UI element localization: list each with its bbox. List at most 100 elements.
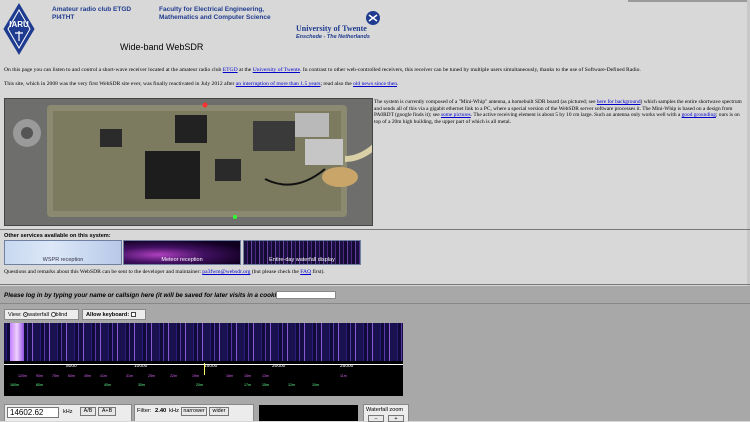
band-label[interactable]: 160m — [10, 383, 19, 387]
callsign-input[interactable] — [276, 291, 336, 299]
filter-panel: Filter: 2.40 kHz narrower wider — [134, 404, 254, 421]
band-label[interactable]: 90m — [36, 374, 43, 378]
frequency-unit: kHz — [63, 409, 73, 415]
divider — [0, 284, 750, 285]
frequency-input[interactable] — [7, 407, 59, 418]
service-waterfall-day-label: Entire-day waterfall display — [269, 257, 335, 263]
band-label[interactable]: 31m — [126, 374, 133, 378]
band-label[interactable]: 25m — [148, 374, 155, 378]
faq-link[interactable]: FAQ — [300, 269, 311, 275]
club-line-2: PI4THT — [52, 14, 75, 21]
service-wspr[interactable]: WSPR reception — [4, 240, 122, 265]
band-label[interactable]: 11m — [340, 374, 347, 378]
aplusb-button[interactable]: A+B — [98, 407, 116, 416]
pictures-link[interactable]: some pictures — [441, 112, 471, 118]
scale-label: 20000 — [272, 364, 286, 369]
svg-text:IARU: IARU — [9, 20, 29, 29]
band-label[interactable]: 75m — [52, 374, 59, 378]
waterfall-display[interactable]: 5000 10000 15000 20000 25000 120m 90m 75… — [4, 323, 403, 396]
band-label[interactable]: 41m — [100, 374, 107, 378]
login-prompt: Please log in by typing your name or cal… — [4, 292, 284, 299]
band-label[interactable]: 120m — [18, 374, 27, 378]
interruption-link[interactable]: an interruption of more than 1.5 years — [236, 81, 321, 87]
filter-label: Filter: — [137, 408, 152, 414]
intro-text: On this page you can listen to and contr… — [4, 67, 223, 73]
intro-paragraph-1: On this page you can listen to and contr… — [4, 67, 744, 74]
desc-text: The system is currently composed of a "M… — [374, 99, 597, 105]
intro-text: This site, which in 2008 was the very fi… — [4, 81, 236, 87]
old-news-link[interactable]: old news since then — [353, 81, 397, 87]
university-name: University of Twente — [296, 24, 367, 33]
waterfall-option-label: waterfall — [28, 312, 49, 318]
faculty-line-2: Mathematics and Computer Science — [159, 14, 271, 21]
club-name: Amateur radio club ETGD PI4THT — [52, 6, 131, 22]
band-label[interactable]: 19m — [192, 374, 199, 378]
band-label[interactable]: 30m — [138, 383, 145, 387]
university-link[interactable]: University of Twente — [253, 67, 300, 73]
contact-text: Questions and remarks about this WebSDR … — [4, 269, 203, 275]
narrower-button[interactable]: narrower — [181, 407, 207, 416]
ham-band-labels: 160m 80m 40m 30m 20m 17m 15m 12m 10m — [4, 383, 403, 391]
faculty-name: Faculty for Electrical Engineering, Math… — [159, 6, 271, 22]
etgd-link[interactable]: ETGD — [223, 67, 238, 73]
club-line-1: Amateur radio club ETGD — [52, 6, 132, 13]
intro-text: ; read also the — [320, 81, 354, 87]
service-meteor[interactable]: Meteor reception — [123, 240, 241, 265]
club-logo: IARU — [3, 3, 35, 55]
view-label: View: — [8, 312, 22, 318]
band-label[interactable]: 15m — [262, 383, 269, 387]
intro-text: . In contrast to other web-controlled re… — [300, 67, 641, 73]
keyboard-label: Allow keyboard: — [86, 312, 130, 318]
band-label[interactable]: 15m — [244, 374, 251, 378]
waterfall-zoom-panel: Waterfall zoom – + — [363, 404, 409, 422]
scale-label: 5000 — [66, 364, 77, 369]
faculty-line-1: Faculty for Electrical Engineering, — [159, 6, 265, 13]
email-link[interactable]: pa3fwm@websdr.org — [202, 269, 250, 275]
band-label[interactable]: 17m — [244, 383, 251, 387]
band-label[interactable]: 20m — [196, 383, 203, 387]
background-link[interactable]: here for background — [597, 99, 641, 105]
band-label[interactable]: 80m — [36, 383, 43, 387]
broadcast-band-labels: 120m 90m 75m 60m 49m 41m 31m 25m 22m 19m… — [4, 374, 403, 382]
band-label[interactable]: 60m — [68, 374, 75, 378]
scale-label: 15000 — [204, 364, 218, 369]
band-label[interactable]: 12m — [288, 383, 295, 387]
service-wspr-label: WSPR reception — [42, 257, 84, 263]
view-selector: View: waterfall blind — [4, 309, 79, 320]
waterfall-strong-band — [10, 323, 24, 361]
signal-display — [259, 405, 358, 421]
contact-text: (but please check the — [250, 269, 301, 275]
keyboard-checkbox[interactable] — [130, 312, 136, 318]
contact-line: Questions and remarks about this WebSDR … — [4, 269, 744, 276]
tuning-marker[interactable] — [204, 363, 205, 375]
intro-paragraph-2: This site, which in 2008 was the very fi… — [4, 81, 744, 88]
waterfall-spectrum — [4, 323, 403, 361]
band-label[interactable]: 40m — [104, 383, 111, 387]
band-label[interactable]: 22m — [170, 374, 177, 378]
scale-label: 10000 — [134, 364, 148, 369]
university-logo[interactable]: University of Twente Enschede - The Neth… — [296, 10, 386, 46]
waterfall-zoom-label: Waterfall zoom — [366, 407, 404, 413]
top-edge-bar — [628, 0, 750, 2]
filter-value: 2.40 — [155, 408, 167, 414]
intro-text: at the — [237, 67, 253, 73]
keyboard-toggle: Allow keyboard: — [82, 309, 146, 320]
service-waterfall-day[interactable]: Entire-day waterfall display — [243, 240, 361, 265]
system-description: The system is currently composed of a "M… — [374, 99, 744, 126]
services-heading: Other services available on this system: — [4, 233, 111, 239]
grounding-link[interactable]: good grounding — [682, 112, 716, 118]
blind-option-label: blind — [55, 312, 68, 318]
ab-button[interactable]: A/B — [80, 407, 96, 416]
band-label[interactable]: 13m — [262, 374, 269, 378]
service-meteor-label: Meteor reception — [161, 257, 203, 263]
frequency-panel: kHz A/B A+B — [4, 404, 132, 421]
page-title: Wide-band WebSDR — [120, 42, 204, 52]
sdr-board-photo — [4, 98, 373, 226]
wider-button[interactable]: wider — [209, 407, 229, 416]
university-emblem-icon — [366, 11, 380, 25]
band-label[interactable]: 49m — [84, 374, 91, 378]
contact-text: first). — [311, 269, 325, 275]
band-label[interactable]: 10m — [312, 383, 319, 387]
band-label[interactable]: 16m — [226, 374, 233, 378]
divider — [0, 229, 750, 230]
